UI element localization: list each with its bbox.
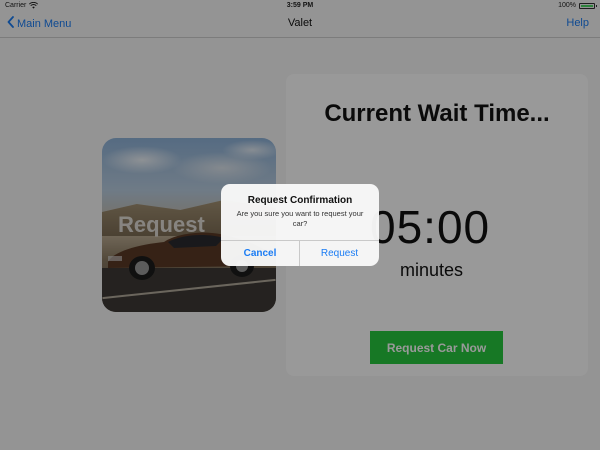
alert-title: Request Confirmation bbox=[247, 195, 353, 206]
valet-screen: Carrier 3:59 PM 100% Main Menu Valet Hel… bbox=[0, 0, 600, 450]
alert-cancel-button[interactable]: Cancel bbox=[221, 241, 299, 266]
request-confirmation-alert: Request Confirmation Are you sure you wa… bbox=[221, 184, 379, 266]
alert-request-button[interactable]: Request bbox=[300, 241, 379, 266]
alert-message: Are you sure you want to request your ca… bbox=[236, 209, 364, 228]
